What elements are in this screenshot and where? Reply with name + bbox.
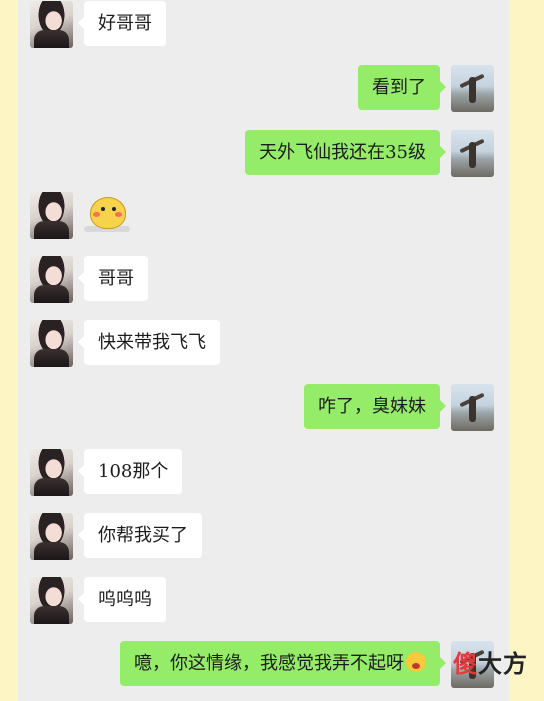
message-bubble[interactable]: 好哥哥 — [78, 1, 166, 46]
avatar[interactable] — [30, 577, 73, 624]
chat-message-sent: 看到了 — [358, 65, 494, 112]
message-bubble[interactable]: 噫，你这情缘，我感觉我弄不起呀 — [120, 641, 446, 686]
avatar[interactable] — [30, 513, 73, 560]
avatar[interactable] — [451, 130, 494, 177]
watermark-part-2: 大方 — [478, 650, 528, 678]
avatar[interactable] — [451, 384, 494, 431]
message-bubble[interactable]: 快来带我飞飞 — [78, 320, 220, 365]
avatar[interactable] — [30, 449, 73, 496]
chat-message-received: 你帮我买了 — [30, 513, 202, 560]
chat-message-received — [30, 192, 130, 239]
chat-message-sent: 天外飞仙我还在35级 — [245, 130, 494, 177]
avatar[interactable] — [30, 192, 73, 239]
chat-message-sent: 咋了，臭妹妹 — [304, 384, 494, 431]
watermark-part-1: 傻 — [453, 650, 478, 678]
message-bubble[interactable]: 天外飞仙我还在35级 — [245, 130, 446, 175]
avatar[interactable] — [30, 320, 73, 367]
chat-message-sent: 噫，你这情缘，我感觉我弄不起呀 — [120, 641, 494, 688]
message-bubble[interactable]: 你帮我买了 — [78, 513, 202, 558]
chat-message-received: 快来带我飞飞 — [30, 320, 220, 367]
message-bubble[interactable]: 108那个 — [77, 449, 183, 494]
watermark-logo: 傻大方 — [453, 644, 528, 679]
message-bubble[interactable]: 咋了，臭妹妹 — [304, 384, 446, 429]
message-bubble[interactable]: 呜呜呜 — [78, 577, 166, 622]
chat-message-received: 好哥哥 — [30, 1, 166, 48]
message-text: 噫，你这情缘，我感觉我弄不起呀 — [134, 653, 404, 674]
avatar[interactable] — [30, 256, 73, 303]
flushed-face-emoji-icon — [406, 652, 426, 672]
message-bubble[interactable]: 看到了 — [358, 65, 446, 110]
chat-message-received: 108那个 — [30, 449, 183, 496]
yellow-chick-sticker[interactable] — [84, 194, 130, 232]
chat-message-received: 哥哥 — [30, 256, 148, 303]
chat-message-received: 呜呜呜 — [30, 577, 166, 624]
avatar[interactable] — [30, 1, 73, 48]
avatar[interactable] — [451, 65, 494, 112]
message-bubble[interactable]: 哥哥 — [78, 256, 148, 301]
